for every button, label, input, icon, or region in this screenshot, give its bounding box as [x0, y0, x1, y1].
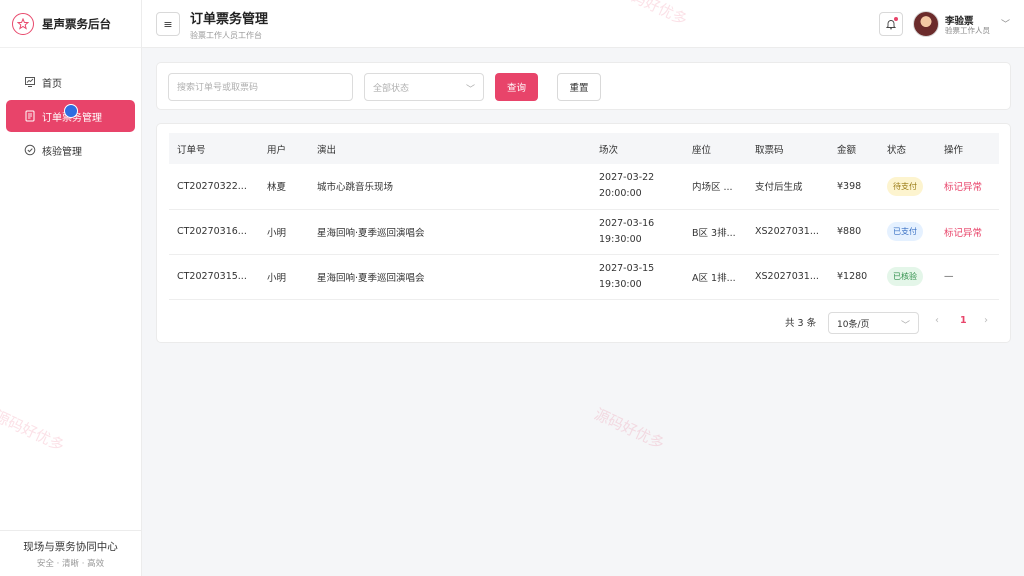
next-page-button[interactable]: ›: [984, 315, 988, 326]
page-number-current[interactable]: 1: [960, 315, 967, 326]
prev-page-button[interactable]: ‹: [935, 315, 939, 326]
user: 林夏: [267, 182, 287, 194]
session: 2027-03-16 19:30:00: [591, 209, 684, 254]
menu-toggle-button[interactable]: ≡: [156, 12, 180, 36]
page-title: 订单票务管理: [190, 12, 269, 27]
user: 小明: [267, 227, 287, 239]
footer-subtitle: 安全 · 清晰 · 高效: [36, 559, 105, 569]
ticket-code: 支付后生成: [755, 182, 803, 194]
column-header: 座位: [692, 144, 712, 156]
footer-title: 现场与票务协同中心: [23, 541, 118, 553]
status-badge: 已核验: [887, 267, 923, 286]
session-date: 2027-03-22: [599, 172, 655, 184]
seat: 内场区 ...: [692, 182, 733, 194]
avatar[interactable]: [913, 11, 939, 37]
filter-bar: 全部状态 ﹀ 查询 重置: [156, 62, 1011, 110]
action-cell: 标记异常: [936, 209, 999, 254]
top-bar: ≡ 订单票务管理 验票工作人员工作台 李验票 验票工作人员 ﹀: [142, 0, 1024, 48]
brand: 星声票务后台: [0, 0, 141, 48]
amount: ¥1280: [837, 271, 868, 282]
sidebar-footer: 现场与票务协同中心 安全 · 清晰 · 高效: [0, 530, 141, 576]
session: 2027-03-22 20:00:00: [591, 164, 684, 209]
dashboard-icon: [24, 76, 36, 88]
sidebar-item-label: 核验管理: [42, 146, 82, 158]
brand-name: 星声票务后台: [42, 16, 111, 31]
status-select[interactable]: 全部状态 ﹀: [364, 73, 484, 101]
session-time: 20:00:00: [599, 188, 642, 200]
order-no: CT20270315...: [177, 271, 247, 282]
seat: B区 3排...: [692, 227, 736, 239]
column-header: 状态: [887, 144, 907, 156]
pagination-total: 共 3 条: [785, 318, 817, 329]
cursor-indicator: [64, 104, 78, 118]
sidebar: 星声票务后台 首页 订单票务管理 核验管理 现场与票务协同中心 安全 · 清晰 …: [0, 0, 142, 576]
session-date: 2027-03-15: [599, 262, 655, 274]
seat: A区 1排...: [692, 272, 736, 284]
ticket-code: XS2027031...: [755, 271, 819, 282]
chevron-down-icon: ﹀: [465, 85, 475, 95]
status-cell: 已支付: [879, 209, 936, 254]
page-size-select[interactable]: 10条/页 ﹀: [828, 312, 919, 334]
order-no: CT20270316...: [177, 226, 247, 237]
amount: ¥880: [837, 226, 862, 237]
orders-table: 订单号 用户 演出 场次 座位 取票码 金额 状态 操作 CT20270322.…: [169, 133, 999, 300]
show: 星海回响·夏季巡回演唱会: [317, 227, 425, 239]
query-button[interactable]: 查询: [495, 73, 538, 101]
orders-table-card: 订单号 用户 演出 场次 座位 取票码 金额 状态 操作 CT20270322.…: [156, 123, 1011, 343]
status-badge: 待支付: [887, 176, 923, 196]
document-icon: [24, 110, 36, 122]
ticket-code: XS2027031...: [755, 226, 819, 237]
watermark: 源码好优多: [591, 404, 668, 453]
star-logo-icon: [12, 12, 34, 35]
table-row[interactable]: CT20270315... 小明 星海回响·夏季巡回演唱会 2027-03-15…: [169, 254, 999, 299]
sidebar-item-home[interactable]: 首页: [6, 66, 135, 98]
page-size-value: 10条/页: [837, 319, 870, 330]
sidebar-item-label: 首页: [42, 78, 62, 90]
status-cell: 待支付: [879, 164, 936, 209]
no-action: —: [944, 271, 954, 282]
column-header: 用户: [267, 144, 287, 156]
chevron-down-icon[interactable]: ﹀: [1001, 17, 1010, 30]
mark-abnormal-link[interactable]: 标记异常: [944, 228, 982, 239]
status-badge: 已支付: [887, 222, 923, 241]
chevron-down-icon: ﹀: [900, 321, 910, 331]
session-date: 2027-03-16: [599, 217, 655, 229]
page-subtitle: 验票工作人员工作台: [190, 31, 262, 40]
notification-button[interactable]: [879, 12, 903, 36]
session-time: 19:30:00: [599, 233, 642, 245]
table-row[interactable]: CT20270316... 小明 星海回响·夏季巡回演唱会 2027-03-16…: [169, 209, 999, 254]
action-cell: —: [936, 254, 999, 299]
action-cell: 标记异常: [936, 164, 999, 209]
search-input[interactable]: [168, 73, 353, 101]
column-header: 操作: [944, 144, 964, 156]
show: 星海回响·夏季巡回演唱会: [317, 272, 425, 284]
order-no: CT20270322...: [177, 180, 247, 192]
column-header: 取票码: [755, 144, 784, 156]
session-time: 19:30:00: [599, 278, 642, 290]
hamburger-menu-icon: ≡: [163, 17, 173, 31]
column-header: 场次: [599, 144, 619, 156]
table-row[interactable]: CT20270322... 林夏 城市心跳音乐现场 2027-03-22 20:0…: [169, 164, 999, 209]
reset-button[interactable]: 重置: [557, 73, 601, 101]
column-header: 金额: [837, 144, 857, 156]
check-circle-icon: [24, 144, 36, 156]
column-header: 演出: [317, 144, 337, 156]
table-header-row: 订单号 用户 演出 场次 座位 取票码 金额 状态 操作: [169, 133, 999, 164]
status-cell: 已核验: [879, 254, 936, 299]
session: 2027-03-15 19:30:00: [591, 254, 684, 299]
mark-abnormal-link[interactable]: 标记异常: [944, 182, 982, 193]
user: 小明: [267, 272, 287, 284]
sidebar-item-verification[interactable]: 核验管理: [6, 134, 135, 166]
column-header: 订单号: [177, 144, 206, 156]
show: 城市心跳音乐现场: [317, 182, 394, 194]
notification-dot: [894, 17, 898, 21]
status-select-value: 全部状态: [373, 83, 410, 94]
user-role: 验票工作人员: [945, 26, 990, 35]
amount: ¥398: [837, 180, 862, 192]
